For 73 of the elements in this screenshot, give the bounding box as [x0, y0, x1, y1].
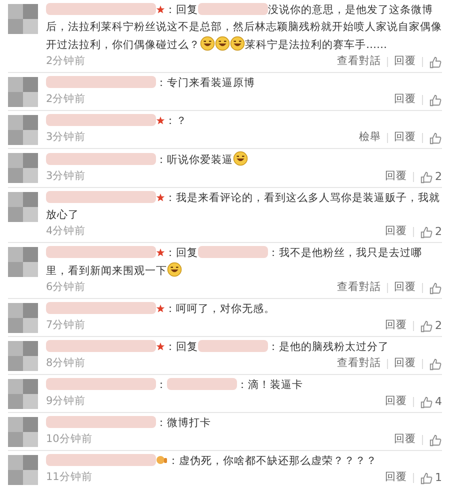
- action-link[interactable]: 回覆: [379, 318, 413, 334]
- thumbs-up-icon[interactable]: [420, 170, 433, 184]
- avatar-placeholder: [8, 153, 38, 183]
- timestamp: 4分钟前: [46, 224, 86, 240]
- avatar-placeholder: [8, 247, 38, 277]
- thumbs-up-icon[interactable]: [429, 94, 442, 106]
- avatar-placeholder: [8, 417, 38, 447]
- avatar-placeholder: [8, 77, 38, 107]
- like-count: 1: [435, 470, 442, 486]
- thumbs-up-icon[interactable]: [429, 282, 442, 294]
- like-count: 2: [435, 168, 442, 185]
- emoji-icon: [215, 36, 230, 51]
- action-link[interactable]: 回覆: [388, 356, 422, 372]
- comment-text: ：呵呵了，对你无感。: [46, 301, 442, 318]
- avatar-placeholder: [8, 4, 38, 34]
- like-count: 2: [435, 224, 442, 240]
- thumbs-up-icon[interactable]: [420, 226, 433, 238]
- action-link[interactable]: 回覆: [388, 54, 422, 70]
- timestamp: 9分钟前: [46, 394, 86, 410]
- like-count: 2: [435, 318, 442, 334]
- action-link[interactable]: 回覆: [388, 92, 422, 108]
- thumbs-up-icon[interactable]: [420, 396, 433, 408]
- action-link[interactable]: 回覆: [379, 470, 413, 486]
- timestamp: 8分钟前: [46, 356, 86, 372]
- timestamp: 6分钟前: [46, 280, 86, 296]
- comment-text: ：回复 ：我不是他粉丝，我只是去过哪里，看到新闻来围观一下: [46, 245, 423, 279]
- emoji-icon: [230, 36, 245, 51]
- timestamp: 2分钟前: [46, 54, 86, 70]
- comment-text: ：听说你爱装逼: [46, 151, 442, 169]
- blurred-name: [198, 340, 268, 352]
- emoji-icon: [200, 36, 215, 51]
- thumbs-up-icon[interactable]: [429, 56, 442, 68]
- timestamp: 3分钟前: [46, 169, 86, 184]
- blurred-name: [198, 246, 268, 258]
- timestamp: 2分钟前: [46, 92, 86, 108]
- like-count: 4: [435, 394, 442, 410]
- avatar-placeholder: [8, 115, 38, 145]
- thumbs-up-icon[interactable]: [420, 472, 433, 484]
- comment-text: ：微博打卡: [46, 415, 442, 432]
- comment-text: ：？: [46, 113, 442, 130]
- action-link[interactable]: 檢舉: [353, 130, 387, 146]
- avatar-placeholder: [8, 341, 38, 371]
- avatar-placeholder: [8, 192, 38, 222]
- action-link[interactable]: 回覆: [379, 394, 413, 410]
- avatar-placeholder: [8, 379, 38, 409]
- thumbs-up-icon[interactable]: [420, 320, 433, 332]
- action-link[interactable]: 回覆: [379, 224, 413, 240]
- avatar-placeholder: [8, 303, 38, 333]
- action-link[interactable]: 回覆: [388, 280, 422, 296]
- blurred-name: [198, 3, 268, 15]
- action-link[interactable]: 回覆: [388, 130, 422, 146]
- emoji-icon: [167, 262, 182, 277]
- action-link[interactable]: 查看對話: [331, 280, 387, 296]
- comment-text: ： ：滴！装逼卡: [46, 377, 442, 394]
- comment-text: ：专门来看装逼原博: [46, 75, 442, 92]
- action-link[interactable]: 查看對話: [331, 54, 387, 70]
- blurred-name: [167, 378, 237, 390]
- thumbs-up-icon[interactable]: [429, 132, 442, 144]
- action-link[interactable]: 回覆: [388, 432, 422, 448]
- timestamp: 7分钟前: [46, 318, 86, 334]
- action-link[interactable]: 回覆: [379, 169, 413, 185]
- comment-text: ：虚伪死，你啥都不缺还那么虚荣？？？？: [46, 453, 442, 470]
- timestamp: 3分钟前: [46, 130, 86, 146]
- timestamp: 10分钟前: [46, 432, 92, 448]
- comment-text: ：回复 没说你的意思，是他发了这条微博后，法拉利莱科宁粉丝说这不是总部，然后林志颖脑残粉就开始喷人家说自家偶像开过法拉利，你们偶像碰过么？ 莱科宁是法拉利的赛车手……: [46, 2, 442, 53]
- thumbs-up-icon[interactable]: [429, 358, 442, 370]
- emoji-icon: [233, 151, 248, 166]
- comment-text: ：回复 ：是他的脑残粉太过分了: [46, 339, 442, 356]
- action-link[interactable]: 查看對話: [331, 356, 387, 372]
- timestamp: 11分钟前: [46, 470, 92, 486]
- comment-text: ：我是来看评论的，看到这么多人骂你是装逼贩子，我就放心了: [46, 190, 441, 223]
- avatar-placeholder: [8, 455, 38, 485]
- thumbs-up-icon[interactable]: [429, 434, 442, 446]
